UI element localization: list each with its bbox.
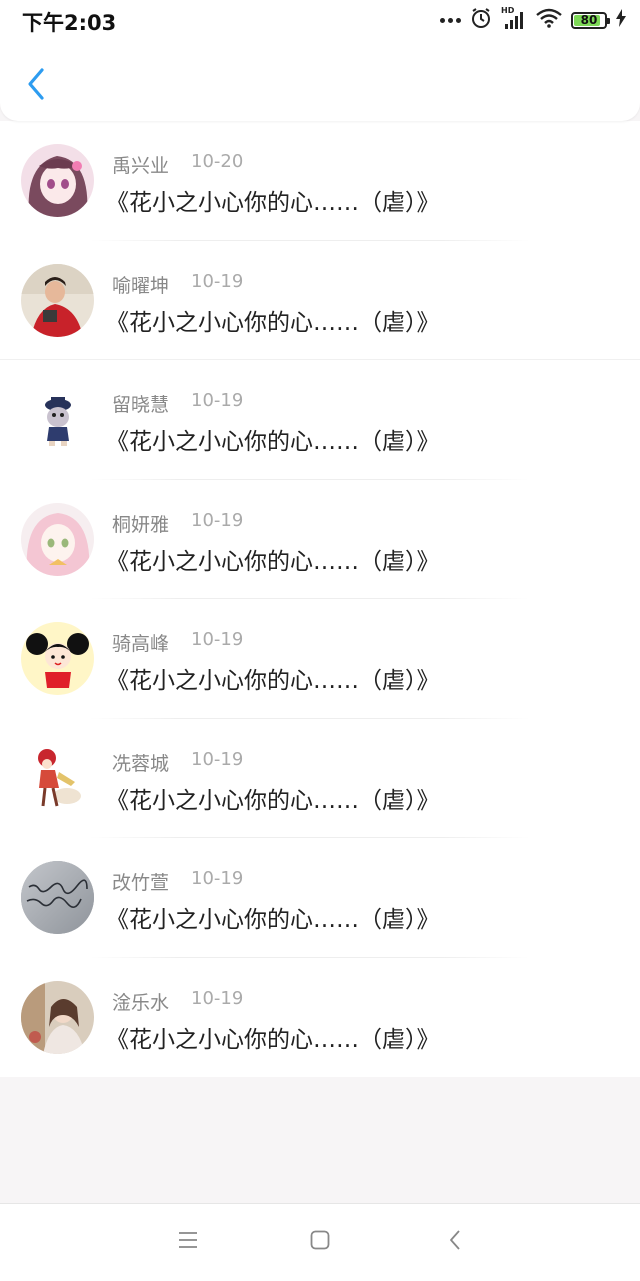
message-date: 10-19: [191, 748, 244, 770]
list-item[interactable]: 留晓慧 10-19 《花小之小心你的心……（虐）》: [0, 360, 640, 480]
message-list: 禹兴业 10-20 《花小之小心你的心……（虐）》 喻曜坤 10-19 《花小之…: [0, 121, 640, 1077]
list-item[interactable]: 喻曜坤 10-19 《花小之小心你的心……（虐）》: [0, 241, 640, 360]
avatar: [21, 502, 94, 576]
chevron-left-icon: [25, 67, 47, 105]
list-item[interactable]: 改竹萱 10-19 《花小之小心你的心……（虐）》: [0, 838, 640, 958]
battery-icon: 80: [571, 11, 610, 29]
message-date: 10-19: [191, 270, 244, 292]
sender-name: 淦乐水: [112, 991, 170, 1014]
system-nav-bar: [0, 1203, 640, 1281]
status-icons: HD 80: [440, 6, 626, 33]
avatar: [21, 741, 94, 815]
message-title: 《花小之小心你的心……（虐）》: [106, 787, 440, 814]
status-time: 下午2:03: [22, 11, 117, 35]
message-title: 《花小之小心你的心……（虐）》: [106, 1026, 440, 1053]
message-date: 10-20: [191, 151, 244, 172]
battery-level: 80: [580, 12, 598, 27]
message-title: 《花小之小心你的心……（虐）》: [106, 668, 440, 694]
message-date: 10-19: [191, 987, 244, 1009]
home-button[interactable]: [302, 1226, 338, 1258]
message-title: 《花小之小心你的心……（虐）》: [106, 429, 440, 455]
more-dots-icon: [440, 17, 461, 23]
avatar: [21, 980, 94, 1054]
wifi-icon: [536, 8, 562, 32]
menu-icon: [177, 1231, 199, 1253]
sender-name: 改竹萱: [112, 872, 170, 894]
back-button[interactable]: [18, 64, 54, 108]
back-triangle-icon: [447, 1229, 463, 1255]
list-item[interactable]: 淦乐水 10-19 《花小之小心你的心……（虐）》: [0, 958, 640, 1078]
list-item[interactable]: 骑高峰 10-19 《花小之小心你的心……（虐）》: [0, 599, 640, 719]
sender-name: 禹兴业: [112, 155, 170, 177]
avatar: [21, 144, 94, 217]
avatar: [21, 383, 94, 456]
charging-icon: [616, 9, 626, 31]
sender-name: 冼蓉城: [112, 752, 170, 775]
message-date: 10-19: [191, 509, 244, 531]
list-item[interactable]: 禹兴业 10-20 《花小之小心你的心……（虐）》: [0, 121, 640, 241]
list-item[interactable]: 冼蓉城 10-19 《花小之小心你的心……（虐）》: [0, 719, 640, 838]
avatar: [21, 263, 94, 337]
message-title: 《花小之小心你的心……（虐）》: [106, 548, 440, 575]
message-date: 10-19: [191, 868, 244, 889]
message-title: 《花小之小心你的心……（虐）》: [106, 309, 440, 336]
menu-button[interactable]: [170, 1226, 206, 1258]
top-app-bar: 下午2:03 HD 80: [0, 0, 640, 121]
signal-icon: HD: [501, 6, 527, 31]
sender-name: 骑高峰: [112, 633, 170, 655]
avatar: [21, 861, 94, 934]
alarm-icon: [470, 7, 492, 33]
system-back-button[interactable]: [437, 1226, 473, 1258]
list-item[interactable]: 桐妍雅 10-19 《花小之小心你的心……（虐）》: [0, 480, 640, 599]
sender-name: 留晓慧: [112, 394, 170, 416]
message-title: 《花小之小心你的心……（虐）》: [106, 907, 440, 933]
home-square-icon: [309, 1229, 331, 1255]
sender-name: 桐妍雅: [112, 513, 170, 536]
message-title: 《花小之小心你的心……（虐）》: [106, 190, 440, 216]
avatar: [21, 622, 94, 695]
message-date: 10-19: [191, 629, 244, 650]
message-date: 10-19: [191, 390, 244, 411]
sender-name: 喻曜坤: [112, 274, 170, 297]
